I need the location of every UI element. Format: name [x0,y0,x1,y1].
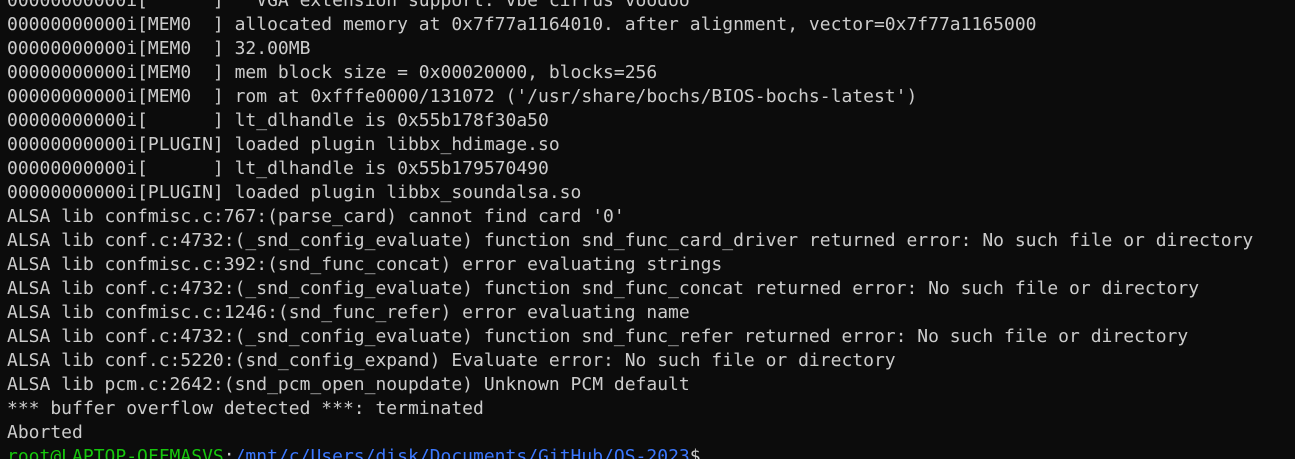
terminal-line: ALSA lib confmisc.c:1246:(snd_func_refer… [7,302,690,323]
terminal-line: ALSA lib confmisc.c:392:(snd_func_concat… [7,254,723,275]
terminal-line: 00000000000i[MEM0 ] 32.00MB [7,38,311,59]
terminal-line: 00000000000i[ ] lt_dlhandle is 0x55b1795… [7,158,549,179]
terminal-line: *** buffer overflow detected ***: termin… [7,398,484,419]
terminal-line: ALSA lib conf.c:4732:(_snd_config_evalua… [7,230,1254,251]
terminal-line: 00000000000i[MEM0 ] mem block size = 0x0… [7,62,658,83]
terminal-line: 00000000000i[MEM0 ] allocated memory at … [7,14,1037,35]
terminal-line: 00000000000i[ ] VGA extension support: v… [7,0,690,11]
terminal-output: 00000000000i[ ] VGA extension support: v… [7,0,1295,445]
terminal-line: ALSA lib conf.c:4732:(_snd_config_evalua… [7,278,1200,299]
terminal-line: Aborted [7,422,83,443]
terminal-line: ALSA lib confmisc.c:767:(parse_card) can… [7,206,625,227]
terminal-line: ALSA lib conf.c:5220:(snd_config_expand)… [7,350,896,371]
shell-prompt[interactable]: root@LAPTOP-OFFMASVS:/mnt/c/Users/disk/D… [7,445,1295,459]
terminal-window[interactable]: 00000000000i[ ] VGA extension support: v… [0,0,1295,459]
terminal-line: 00000000000i[PLUGIN] loaded plugin libbx… [7,182,582,203]
terminal-line: 00000000000i[ ] lt_dlhandle is 0x55b178f… [7,110,549,131]
terminal-line: ALSA lib conf.c:4732:(_snd_config_evalua… [7,326,1189,347]
terminal-line: 00000000000i[MEM0 ] rom at 0xfffe0000/13… [7,86,918,107]
terminal-line: 00000000000i[PLUGIN] loaded plugin libbx… [7,134,560,155]
terminal-line: ALSA lib pcm.c:2642:(snd_pcm_open_noupda… [7,374,690,395]
